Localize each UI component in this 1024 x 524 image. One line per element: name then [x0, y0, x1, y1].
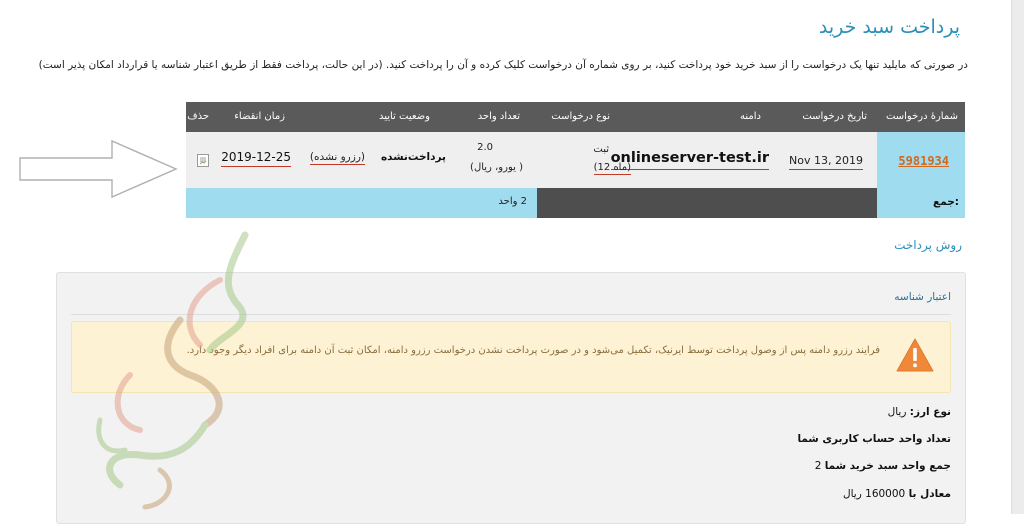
currency-value: ریال — [887, 406, 907, 418]
request-type: ثبت — [593, 144, 609, 155]
request-date: Nov 13, 2019 — [789, 154, 863, 170]
account-units-label: تعداد واحد حساب کاربری شما — [797, 433, 951, 445]
header-domain: دامنه — [740, 111, 761, 122]
payment-method-title: روش پرداخت — [894, 238, 962, 252]
currency-label: نوع ارز: — [909, 406, 951, 418]
header-request-number: شمارۀ درخواست — [885, 111, 958, 122]
header-request-date: تاریخ درخواست — [802, 111, 867, 122]
header-delete: حذف — [187, 111, 209, 122]
equivalent-label: معادل با — [908, 488, 951, 500]
cart-units-value: 2 — [814, 460, 822, 472]
intro-text: در صورتی که مایلید تنها یک درخواست را از… — [38, 59, 968, 71]
cart-table: شمارۀ درخواست تاریخ درخواست دامنه نوع در… — [186, 102, 965, 218]
unit-count: 2.0 — [477, 142, 493, 153]
right-scroll-edge — [1011, 0, 1024, 514]
request-number-cell: 5981934 — [877, 132, 965, 188]
equivalent-value: 160000 ریال — [842, 488, 906, 500]
broken-image-icon[interactable] — [197, 152, 209, 167]
table-row: 5981934 Nov 13, 2019 onlineserver-test.i… — [186, 132, 965, 188]
currency-line: نوع ارز: ریال — [888, 406, 951, 418]
table-header: شمارۀ درخواست تاریخ درخواست دامنه نوع در… — [186, 102, 965, 132]
cart-units-line: جمع واحد سبد خرید شما 2 — [815, 460, 951, 472]
header-unit-count: تعداد واحد — [477, 111, 520, 122]
expiry-date: 2019-12-25 — [221, 150, 291, 167]
credit-method-title[interactable]: اعتبار شناسه — [894, 291, 951, 303]
sum-value-cell: 2 واحد — [186, 188, 537, 218]
approval-status: پرداخت‌نشده — [380, 151, 446, 163]
request-number-link[interactable]: 5981934 — [898, 154, 949, 168]
approval-status-note: (رزرو نشده) — [309, 151, 365, 165]
domain-name: onlineserver-test.ir — [610, 150, 769, 170]
header-approval-status: وضعیت تایید — [378, 111, 430, 122]
table-sum-row: جمع: 2 واحد — [186, 188, 965, 218]
unit-currency: (یورو، ریال ) — [470, 162, 523, 173]
sum-label: جمع: — [933, 196, 959, 208]
annotation-arrow-icon — [19, 139, 178, 199]
equivalent-line: معادل با 160000 ریال — [843, 488, 951, 500]
page-title: پرداخت سبد خرید — [818, 16, 960, 38]
account-units-line: تعداد واحد حساب کاربری شما — [797, 433, 951, 445]
cart-units-label: جمع واحد سبد خرید شما — [824, 460, 951, 472]
header-request-type: نوع درخواست — [551, 111, 610, 122]
warning-triangle-icon — [896, 338, 934, 372]
sum-value: 2 واحد — [498, 196, 527, 207]
request-duration: (12 ماه) — [593, 162, 631, 175]
sum-label-cell: جمع: — [877, 188, 965, 218]
watermark-logo — [96, 231, 249, 510]
header-expiry: زمان انقضاء — [234, 111, 285, 122]
